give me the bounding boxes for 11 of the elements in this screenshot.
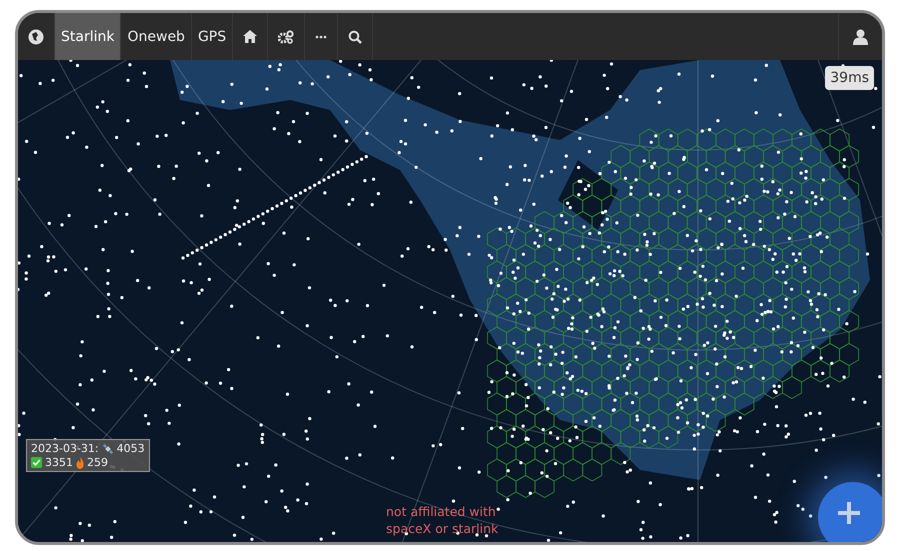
nav-tab[interactable]: Starlink: [55, 13, 122, 60]
flame-icon: [76, 456, 84, 468]
plus-icon: [838, 502, 860, 524]
check-icon: [31, 457, 42, 468]
stats-active: 3351: [45, 456, 73, 469]
satellite-icon: [102, 442, 114, 454]
disclaimer-text: not affiliated with spaceX or starlink: [386, 504, 500, 538]
latency-badge: 39ms: [825, 66, 874, 90]
stats-decayed: 259: [87, 456, 108, 469]
stats-date: 2023-03-31:: [31, 442, 99, 455]
stats-total: 4053: [116, 442, 145, 455]
